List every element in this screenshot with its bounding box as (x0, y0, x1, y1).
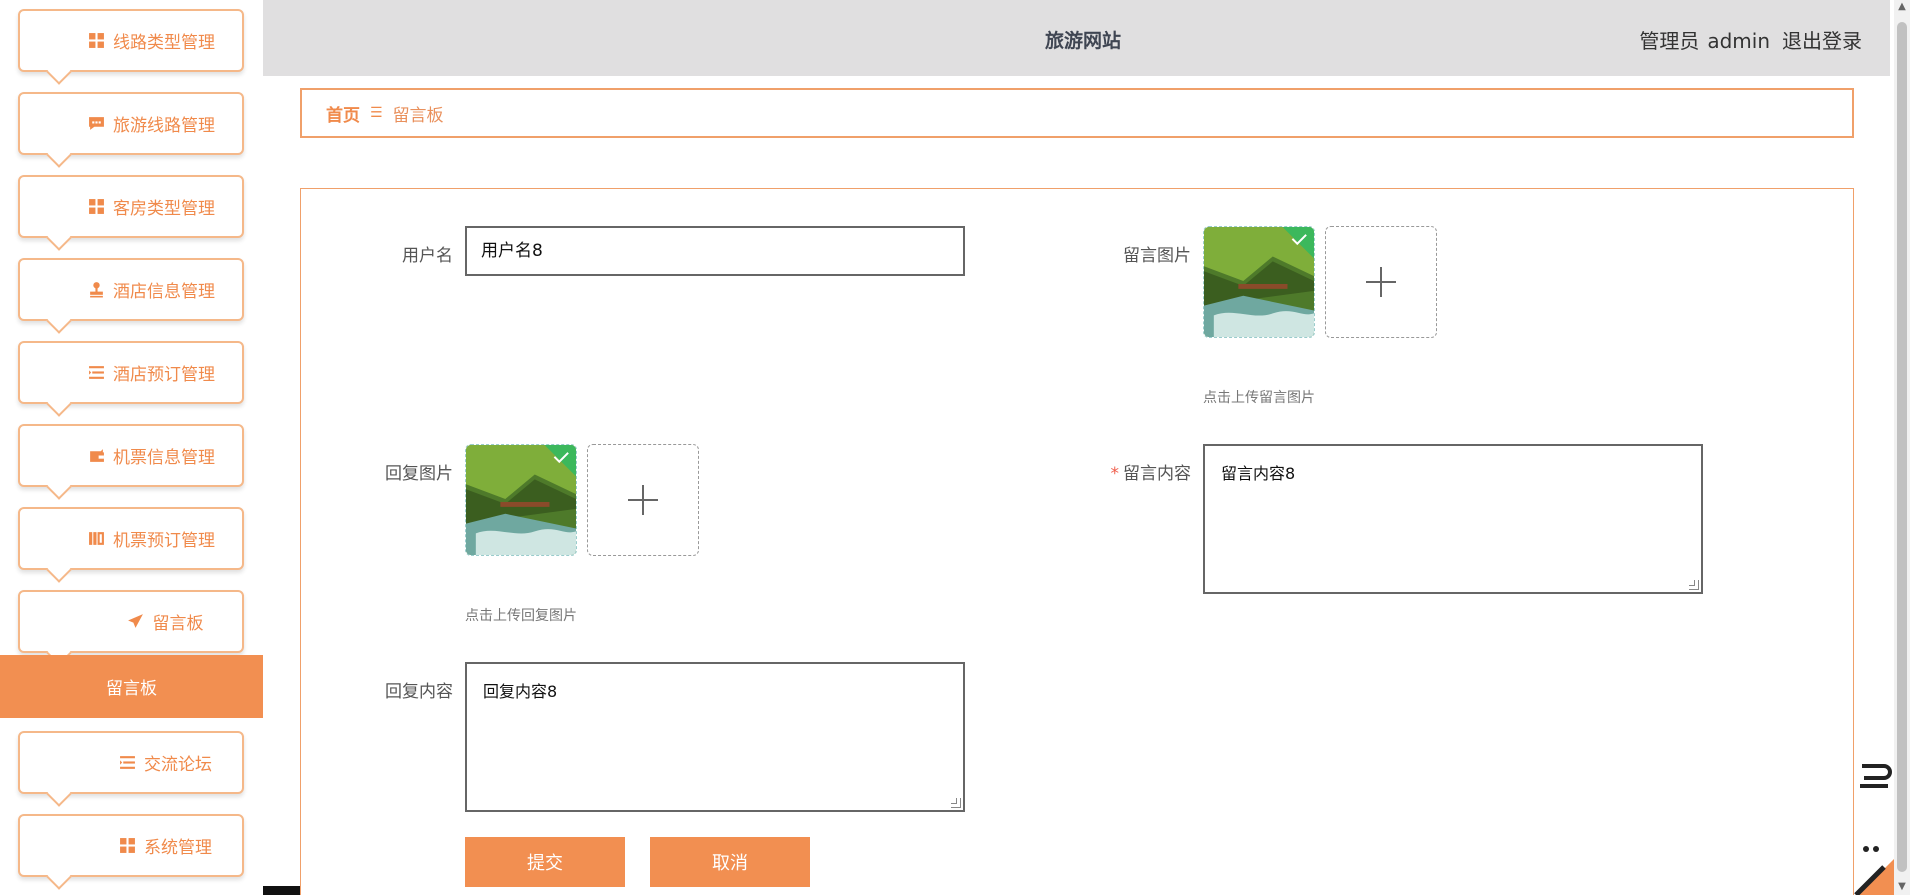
scroll-up-icon[interactable]: ▲ (1897, 2, 1907, 12)
scroll-top-icon[interactable] (1854, 843, 1894, 895)
scroll-down-icon[interactable]: ▼ (1897, 882, 1907, 892)
sidebar-item-label: 旅游线路管理 (113, 116, 215, 136)
sidebar-subitem-message-board[interactable]: 留言板 (0, 655, 263, 718)
floating-tool-icon[interactable] (1854, 758, 1894, 798)
sidebar-item-label: 线路类型管理 (113, 33, 215, 53)
list-icon (87, 364, 105, 382)
user-area: 管理员 admin 退出登录 (1627, 25, 1862, 54)
message-image-upload-button[interactable] (1325, 226, 1437, 338)
vertical-scrollbar[interactable]: ▲ ▼ (1894, 0, 1910, 895)
reply-image-label: 回复图片 (385, 464, 453, 484)
reply-image-upload-button[interactable] (587, 444, 699, 556)
sidebar-item-room-types[interactable]: 客房类型管理 (18, 175, 244, 238)
sidebar-subitem-label: 留言板 (106, 679, 157, 699)
username-input[interactable]: 用户名8 (465, 226, 965, 276)
message-content-label-text: 留言内容 (1123, 464, 1191, 484)
required-mark: * (1110, 464, 1120, 484)
scrollbar-thumb[interactable] (1897, 22, 1907, 872)
message-image-thumbnail[interactable] (1203, 226, 1315, 338)
bottom-strip (263, 886, 300, 895)
send-icon (127, 613, 145, 631)
sidebar-item-label: 交流论坛 (144, 755, 212, 775)
sidebar-item-hotel-info[interactable]: 酒店信息管理 (18, 258, 244, 321)
chat-icon (87, 115, 105, 133)
breadcrumb-separator-icon: ☰ (370, 105, 383, 121)
plus-icon (628, 485, 658, 515)
grid-icon (118, 837, 136, 855)
message-content-label: * 留言内容 (1051, 459, 1192, 484)
sidebar-item-label: 系统管理 (144, 838, 212, 858)
message-content-textarea[interactable]: 留言内容8 (1203, 444, 1703, 594)
message-image-label: 留言图片 (1123, 246, 1191, 266)
sidebar-item-flight-booking[interactable]: 机票预订管理 (18, 507, 244, 570)
list-icon (118, 754, 136, 772)
sidebar-item-label: 机票预订管理 (113, 531, 215, 551)
grid-icon (87, 32, 105, 50)
username-label: 用户名 (402, 246, 453, 266)
breadcrumb: 首页 ☰ 留言板 (300, 88, 1854, 138)
sidebar-item-label: 酒店信息管理 (113, 282, 215, 302)
sidebar-item-label: 客房类型管理 (113, 199, 215, 219)
submit-button[interactable]: 提交 (465, 837, 625, 887)
user-role: 管理员 (1639, 29, 1700, 53)
sidebar-item-label: 机票信息管理 (113, 448, 215, 468)
resize-grip-icon[interactable] (951, 798, 961, 808)
sidebar-item-flight-info[interactable]: 机票信息管理 (18, 424, 244, 487)
grid-icon (87, 198, 105, 216)
message-content-value: 留言内容8 (1221, 464, 1296, 483)
sidebar-item-label: 酒店预订管理 (113, 365, 215, 385)
stamp-icon (87, 281, 105, 299)
breadcrumb-current: 留言板 (392, 105, 444, 126)
sidebar-item-message-board[interactable]: 留言板 (18, 590, 244, 653)
sidebar-item-route-types[interactable]: 线路类型管理 (18, 9, 244, 72)
reply-image-thumbnail[interactable] (465, 444, 577, 556)
reply-content-value: 回复内容8 (483, 682, 558, 701)
logout-link[interactable]: 退出登录 (1782, 29, 1862, 53)
breadcrumb-home[interactable]: 首页 (326, 101, 360, 126)
sidebar: 线路类型管理 旅游线路管理 客房类型管理 酒店信息管理 酒店预订管理 机票信息管… (0, 0, 263, 895)
top-header: 旅游网站 管理员 admin 退出登录 (263, 0, 1890, 76)
reply-content-textarea[interactable]: 回复内容8 (465, 662, 965, 812)
sidebar-item-system[interactable]: 系统管理 (18, 814, 244, 877)
book-icon (87, 530, 105, 548)
message-form-card: 用户名 用户名8 留言图片 点击上传留言图片 回复图片 点击上传回复图片 * 留… (300, 188, 1854, 895)
wallet-icon (87, 447, 105, 465)
message-image-hint: 点击上传留言图片 (1203, 390, 1315, 406)
cancel-button[interactable]: 取消 (650, 837, 810, 887)
sidebar-item-label: 留言板 (152, 614, 204, 634)
username: admin (1707, 29, 1770, 53)
sidebar-item-hotel-booking[interactable]: 酒店预订管理 (18, 341, 244, 404)
reply-content-label: 回复内容 (385, 682, 453, 702)
reply-image-hint: 点击上传回复图片 (465, 608, 577, 624)
sidebar-item-tour-routes[interactable]: 旅游线路管理 (18, 92, 244, 155)
sidebar-item-forum[interactable]: 交流论坛 (18, 731, 244, 794)
resize-grip-icon[interactable] (1689, 580, 1699, 590)
plus-icon (1366, 267, 1396, 297)
